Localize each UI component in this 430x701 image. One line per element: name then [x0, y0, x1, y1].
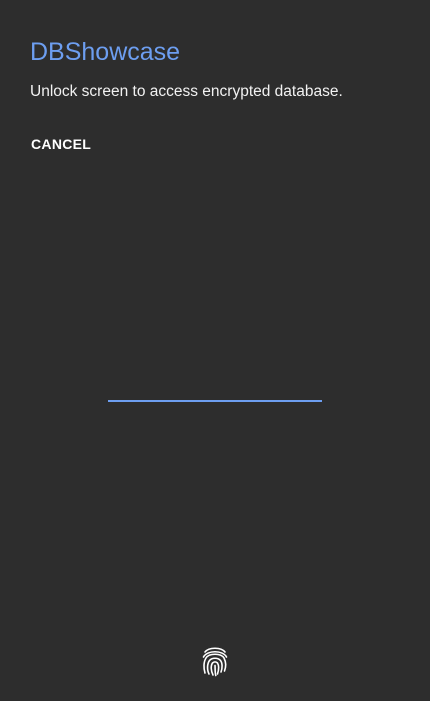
pin-input[interactable]	[108, 370, 322, 402]
unlock-screen: DBShowcase Unlock screen to access encry…	[0, 0, 430, 701]
dialog-title: DBShowcase	[30, 38, 181, 66]
fingerprint-icon[interactable]	[201, 645, 229, 677]
dialog-message: Unlock screen to access encrypted databa…	[30, 83, 343, 100]
cancel-button[interactable]: CANCEL	[22, 128, 100, 160]
